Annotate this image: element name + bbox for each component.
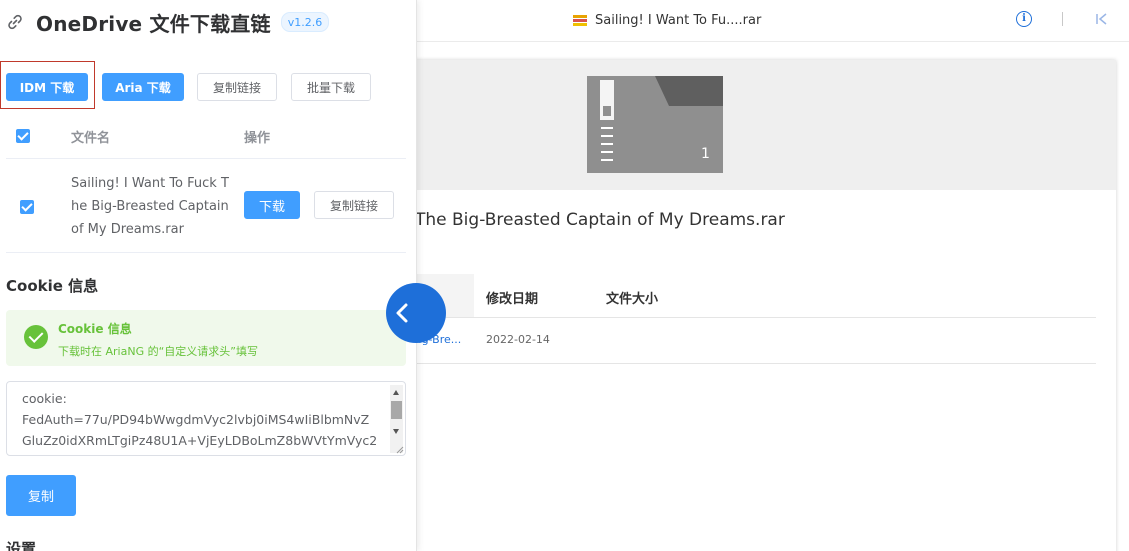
skip-to-start-icon[interactable] [1095,12,1109,26]
file-row-name: Sailing! I Want To Fuck The Big-Breasted… [71,176,229,237]
link-icon [8,14,22,30]
filename-column-header: 文件名 [71,131,111,146]
viewer-file-title: The Big-Breasted Captain of My Dreams.ra… [415,210,785,230]
cookie-section-title: Cookie 信息 [6,277,99,295]
divider [6,252,406,253]
panel-header: OneDrive 文件下载直链 v1.2.6 [6,8,330,36]
info-icon[interactable]: i [1016,11,1032,27]
archive-entry-modified: 2022-02-14 [486,333,550,346]
action-column-header: 操作 [244,131,271,146]
viewer-card: 1 The Big-Breasted Captain of My Dreams.… [404,60,1116,551]
viewer-tab-title[interactable]: Sailing! I Want To Fu....rar [573,11,761,29]
idm-download-button[interactable]: IDM 下载 [6,73,88,101]
alert-title: Cookie 信息 [58,322,132,336]
onedrive-link-panel: OneDrive 文件下载直链 v1.2.6 IDM 下载 Aria 下载 复制… [0,0,417,551]
scroll-thumb[interactable] [391,401,402,419]
table-row[interactable]: Big-Bre... 2022-02-14 [404,318,1096,364]
scroll-down-icon[interactable] [393,429,399,434]
batch-download-button[interactable]: 批量下载 [291,73,371,101]
version-badge: v1.2.6 [280,12,330,32]
copy-cookie-button[interactable]: 复制 [6,475,76,516]
size-column-header[interactable]: 文件大小 [606,288,658,307]
collapse-panel-button[interactable] [386,283,446,343]
modified-column-header[interactable]: 修改日期 [486,288,538,307]
select-all-checkbox[interactable] [16,129,30,143]
resize-grip-icon[interactable] [396,446,404,454]
cookie-value[interactable]: cookie: FedAuth=77u/PD94bWwgdmVyc2lvbj0i… [22,388,382,451]
aria-download-button[interactable]: Aria 下载 [102,73,184,101]
panel-title: OneDrive 文件下载直链 [36,11,271,36]
archive-preview: 1 [404,60,1116,190]
file-row-checkbox[interactable] [20,200,34,214]
archive-file-count: 1 [701,146,710,162]
cookie-scrollbar[interactable] [390,385,403,453]
file-copy-link-button[interactable]: 复制链接 [314,191,394,219]
copy-links-button[interactable]: 复制链接 [197,73,277,101]
cookie-alert: Cookie 信息 下载时在 AriaNG 的“自定义请求头”填写 [6,310,406,366]
collapse-chevron-icon [396,303,408,323]
settings-section-title: 设置 [6,540,37,551]
success-check-icon [24,325,48,349]
divider [6,158,406,159]
cookie-textarea[interactable]: cookie: FedAuth=77u/PD94bWwgdmVyc2lvbj0i… [6,381,406,456]
page: Sailing! I Want To Fu....rar i 1 The Big… [0,0,1129,551]
topbar-divider [1062,12,1063,26]
alert-description: 下载时在 AriaNG 的“自定义请求头”填写 [58,345,258,358]
archive-contents-table: 修改日期 文件大小 Big-Bre... 2022-02-14 [404,274,1096,364]
table-header: 修改日期 文件大小 [404,274,1096,318]
rar-file-icon [573,14,587,26]
viewer-tab-title-text: Sailing! I Want To Fu....rar [595,12,762,28]
file-download-button[interactable]: 下载 [244,191,300,219]
scroll-up-icon[interactable] [393,390,399,395]
